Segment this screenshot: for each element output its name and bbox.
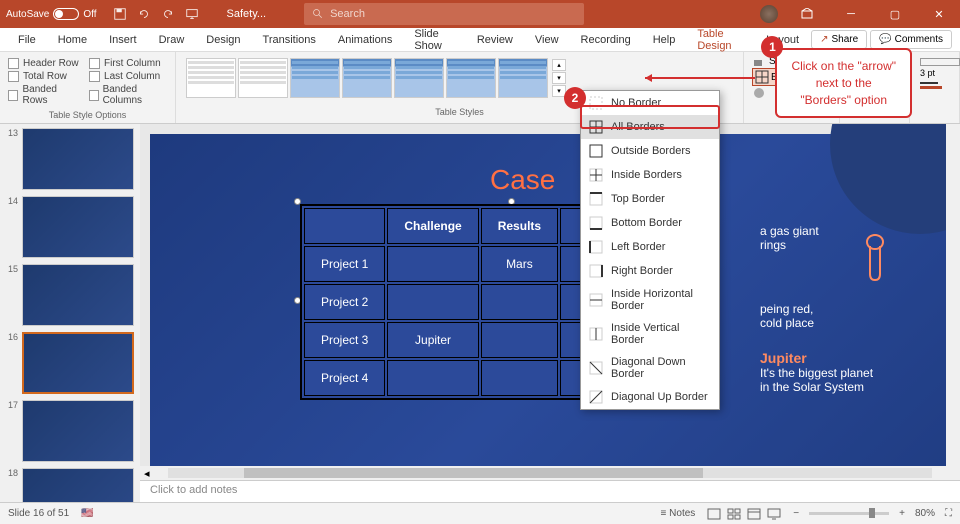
menu-table-design[interactable]: Table Design: [687, 24, 754, 56]
zoom-in-button[interactable]: +: [899, 508, 905, 519]
dd-top-border[interactable]: Top Border: [581, 187, 719, 211]
user-avatar[interactable]: [760, 5, 778, 23]
thumbnail-13[interactable]: [22, 128, 134, 190]
vertical-scrollbar[interactable]: [946, 124, 960, 480]
menu-transitions[interactable]: Transitions: [253, 30, 326, 50]
dd-all-borders[interactable]: All Borders: [581, 115, 719, 139]
menu-help[interactable]: Help: [643, 30, 686, 50]
menu-home[interactable]: Home: [48, 30, 97, 50]
share-button[interactable]: ↗Share: [811, 30, 867, 49]
menu-recording[interactable]: Recording: [571, 30, 641, 50]
dd-right-border[interactable]: Right Border: [581, 259, 719, 283]
dd-inside-h-border[interactable]: Inside Horizontal Border: [581, 283, 719, 317]
lang-indicator[interactable]: 🇺🇸: [81, 508, 93, 519]
filename-label[interactable]: Safety...: [227, 8, 267, 20]
close-button[interactable]: ✕: [924, 4, 954, 24]
cb-banded-columns[interactable]: Banded Columns: [89, 84, 167, 106]
cb-total-row[interactable]: Total Row: [8, 71, 81, 82]
menu-view[interactable]: View: [525, 30, 569, 50]
callout-badge-2: 2: [564, 87, 586, 109]
status-bar: Slide 16 of 51 🇺🇸 ≡ Notes − + 80% ⛶: [0, 502, 960, 524]
tutorial-callout: 1 Click on the "arrow" next to the "Bord…: [775, 48, 912, 118]
borders-dropdown: No Border All Borders Outside Borders In…: [580, 90, 720, 410]
menu-insert[interactable]: Insert: [99, 30, 147, 50]
dd-bottom-border[interactable]: Bottom Border: [581, 211, 719, 235]
notes-toggle[interactable]: ≡ Notes: [661, 508, 696, 519]
thumbnail-14[interactable]: [22, 196, 134, 258]
pen-color-icon[interactable]: [920, 80, 950, 90]
slide-thumbnails-panel[interactable]: 13 14 15 16 17 18: [0, 124, 140, 502]
menu-draw[interactable]: Draw: [149, 30, 195, 50]
horizontal-scrollbar[interactable]: ◂▸: [140, 466, 960, 480]
dd-diag-down-border[interactable]: Diagonal Down Border: [581, 351, 719, 385]
dd-left-border[interactable]: Left Border: [581, 235, 719, 259]
title-bar: AutoSave Off Safety... Search ─ ▢ ✕: [0, 0, 960, 28]
redo-icon[interactable]: [161, 7, 175, 21]
cb-first-column[interactable]: First Column: [89, 58, 167, 69]
autosave-label: AutoSave: [6, 9, 49, 20]
autosave-state: Off: [83, 9, 96, 20]
pen-weight-select[interactable]: 3 pt: [920, 68, 949, 78]
zoom-out-button[interactable]: −: [793, 508, 799, 519]
safety-pin-graphic: [860, 234, 890, 284]
fit-window-button[interactable]: ⛶: [945, 508, 952, 519]
search-icon: [312, 8, 324, 20]
ribbon-label-options: Table Style Options: [8, 108, 167, 122]
cb-last-column[interactable]: Last Column: [89, 71, 167, 82]
current-slide[interactable]: Case ChallengeResultsS Project 1Mars Pro…: [150, 134, 950, 466]
maximize-button[interactable]: ▢: [880, 4, 910, 24]
thumbnail-16[interactable]: [22, 332, 134, 394]
ribbon-options-icon[interactable]: [792, 4, 822, 24]
zoom-level[interactable]: 80%: [915, 508, 935, 519]
quick-access-toolbar: [113, 7, 199, 21]
minimize-button[interactable]: ─: [836, 4, 866, 24]
dd-inside-v-border[interactable]: Inside Vertical Border: [581, 317, 719, 351]
slide-title[interactable]: Case: [490, 164, 555, 196]
search-placeholder: Search: [330, 8, 365, 20]
slide-edit-area: Case ChallengeResultsS Project 1Mars Pro…: [140, 124, 960, 502]
menu-file[interactable]: File: [8, 30, 46, 50]
save-icon[interactable]: [113, 7, 127, 21]
thumbnail-17[interactable]: [22, 400, 134, 462]
slide-text-block[interactable]: a gas giantrings peing red,cold place Ju…: [760, 334, 910, 394]
menu-animations[interactable]: Animations: [328, 30, 402, 50]
slide-counter[interactable]: Slide 16 of 51: [8, 508, 69, 519]
dd-inside-borders[interactable]: Inside Borders: [581, 163, 719, 187]
comments-button[interactable]: 💬Comments: [870, 30, 952, 49]
menu-slideshow[interactable]: Slide Show: [404, 24, 464, 56]
gallery-down-icon[interactable]: ▾: [552, 72, 566, 84]
thumbnail-15[interactable]: [22, 264, 134, 326]
cb-header-row[interactable]: Header Row: [8, 58, 81, 69]
dd-diag-up-border[interactable]: Diagonal Up Border: [581, 385, 719, 409]
search-input[interactable]: Search: [304, 3, 584, 25]
dd-no-border[interactable]: No Border: [581, 91, 719, 115]
notes-panel[interactable]: Click to add notes: [140, 480, 960, 502]
menu-design[interactable]: Design: [196, 30, 250, 50]
menu-review[interactable]: Review: [467, 30, 523, 50]
bucket-icon: [752, 54, 766, 68]
undo-icon[interactable]: [137, 7, 151, 21]
slideshow-icon[interactable]: [185, 7, 199, 21]
thumbnail-18[interactable]: [22, 468, 134, 502]
pen-style-select[interactable]: [920, 58, 960, 66]
gallery-up-icon[interactable]: ▴: [552, 59, 566, 71]
zoom-slider[interactable]: [809, 512, 889, 515]
autosave-toggle[interactable]: AutoSave Off: [6, 8, 97, 20]
dd-outside-borders[interactable]: Outside Borders: [581, 139, 719, 163]
cb-banded-rows[interactable]: Banded Rows: [8, 84, 81, 106]
callout-arrow: [640, 70, 760, 90]
